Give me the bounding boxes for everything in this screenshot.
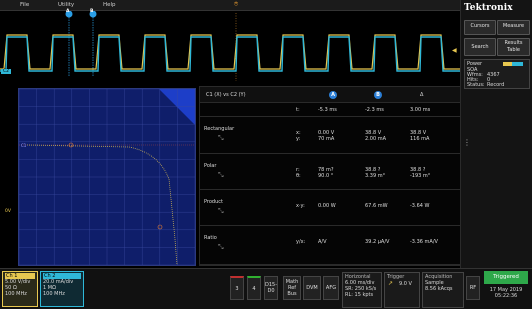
menu-help[interactable]: Help <box>103 2 116 8</box>
row-a-value-2: 70 mA <box>318 136 335 142</box>
triggered-status-badge[interactable]: Triggered <box>484 271 528 284</box>
row-b-value-2: 3.39 m° <box>365 173 386 179</box>
waveform-view[interactable]: A B C2 ◀ <box>0 9 460 82</box>
sidebar-handle-icon[interactable]: ⋮ <box>463 138 471 147</box>
row-b-value-1: 39.2 μA/V <box>365 239 390 245</box>
trigger-level-icon[interactable]: ◀ <box>452 47 457 54</box>
table-row: Rectangular ⤡ x: y: 0.00 V 70 mA 38.8 V 2.00 mA… <box>200 118 462 154</box>
table-row: Ratio ⤡ y/x: A/V 39.2 μA/V -3.36 mA/V <box>200 227 462 265</box>
time-a: -5.3 ms <box>318 107 337 113</box>
row-b-value-1: 67.6 mW <box>365 203 388 209</box>
xy-plot[interactable]: 0V C1 <box>5 88 196 266</box>
waveform-graph <box>0 10 460 81</box>
row-name: Rectangular <box>204 126 235 132</box>
row-key-2: y: <box>296 136 301 142</box>
time-label: 05:22:36 <box>494 293 518 299</box>
cursor-a-label: A <box>66 9 70 14</box>
horizontal-record-length: RL: 15 kpts <box>345 292 374 298</box>
menu-utility[interactable]: Utility <box>58 2 74 8</box>
trigger-badge[interactable]: Trigger ↗ 9.0 V <box>384 272 420 308</box>
row-type-icon: ⤡ <box>218 134 224 142</box>
power-channel-chip <box>503 62 523 66</box>
channel-4-button[interactable]: 4 <box>247 276 261 300</box>
xy-y-ground-marker: 0V <box>5 209 11 214</box>
row-key-2: θ: <box>296 173 301 179</box>
trigger-level: 9.0 V <box>399 281 412 287</box>
ch2-bandwidth: 100 MHz <box>43 291 65 297</box>
row-delta-value-2: 116 mA <box>410 136 430 142</box>
math-ref-bus-button[interactable]: Math Ref Bus <box>283 276 301 300</box>
row-name: Product <box>204 199 223 205</box>
ch1-bandwidth: 100 MHz <box>5 291 27 297</box>
trigger-edge-icon: ↗ <box>388 280 394 287</box>
channel-3-button[interactable]: 3 <box>230 276 244 300</box>
rf-button[interactable]: RF <box>466 276 480 300</box>
channel-1-badge[interactable]: Ch 1 5.00 V/div 50 Ω 100 MHz <box>2 271 38 307</box>
row-a-value-2: 90.0 ° <box>318 173 334 179</box>
measure-button[interactable]: Measure <box>497 20 530 35</box>
right-sidebar: Tektronix Cursors Measure Search Results… <box>460 0 532 309</box>
measurement-results-table: C1 (X) vs C2 (Y) A B Δ t: -5.3 ms -2.3 m… <box>199 86 462 266</box>
channel-2-badge[interactable]: Ch 2 20.0 mA/div 1 MΩ 100 MHz <box>40 271 84 307</box>
row-name: Polar <box>204 163 217 169</box>
digital-channels-button[interactable]: D15- D0 <box>264 276 278 300</box>
channel-2-tag[interactable]: C2 <box>1 69 12 74</box>
power-status-key: Status: <box>467 82 485 88</box>
time-delta: 3.00 ms <box>410 107 431 113</box>
power-badge[interactable]: Power SOA Wfms: 4367 Hits: 0 Status: Rec… <box>464 59 530 89</box>
table-row: t: -5.3 ms -2.3 ms 3.00 ms <box>200 103 462 117</box>
col-b-badge: B <box>374 91 382 99</box>
row-delta-value-1: -3.36 mA/V <box>410 239 438 245</box>
tektronix-logo: Tektronix <box>464 3 513 13</box>
table-header: C1 (X) vs C2 (Y) A B Δ <box>200 87 462 103</box>
acquisition-badge[interactable]: Acquisition Sample 8.56 kAcqs <box>422 272 464 308</box>
time-key: t: <box>296 107 300 113</box>
time-b: -2.3 ms <box>365 107 384 113</box>
datetime-display[interactable]: 17 May 2019 05:22:36 <box>484 287 528 299</box>
row-type-icon: ⤡ <box>218 243 224 251</box>
horizontal-badge[interactable]: Horizontal 6.00 ms/div SR: 250 kS/s RL: … <box>342 272 382 308</box>
xy-plot-graph <box>18 88 196 266</box>
acquisition-count: 8.56 kAcqs <box>425 286 453 292</box>
row-type-icon: ⤡ <box>218 207 224 215</box>
row-key-1: y/x: <box>296 239 306 245</box>
row-name: Ratio <box>204 235 217 241</box>
dvm-button[interactable]: DVM <box>303 276 321 300</box>
menu-file[interactable]: File <box>20 2 29 8</box>
table-row: Product ⤡ x·y: 0.00 W 67.6 mW -3.64 W <box>200 191 462 226</box>
row-delta-value-2: -193 m° <box>410 173 431 179</box>
trigger-position-icon[interactable]: ⌾ <box>234 0 238 9</box>
col-delta-label: Δ <box>420 92 424 98</box>
col-a-badge: A <box>329 91 337 99</box>
cursor-b-label: B <box>90 9 94 14</box>
table-row: Polar ⤡ r: θ: 78 m? 90.0 ° 38.8 ? 3.39 m° 38.8 ?… <box>200 155 462 190</box>
row-key-1: x·y: <box>296 203 305 209</box>
cursors-button[interactable]: Cursors <box>464 20 496 35</box>
row-a-value-1: A/V <box>318 239 327 245</box>
table-title: C1 (X) vs C2 (Y) <box>206 92 246 98</box>
row-delta-value-1: -3.64 W <box>410 203 430 209</box>
afg-button[interactable]: AFG <box>323 276 339 300</box>
row-a-value-1: 0.00 W <box>318 203 336 209</box>
xy-channel-label: C1 <box>21 143 27 148</box>
power-status-val: Record <box>487 82 505 88</box>
row-type-icon: ⤡ <box>218 171 224 179</box>
results-table-button[interactable]: Results Table <box>497 38 530 56</box>
search-button[interactable]: Search <box>464 38 496 56</box>
row-b-value-2: 2.00 mA <box>365 136 387 142</box>
